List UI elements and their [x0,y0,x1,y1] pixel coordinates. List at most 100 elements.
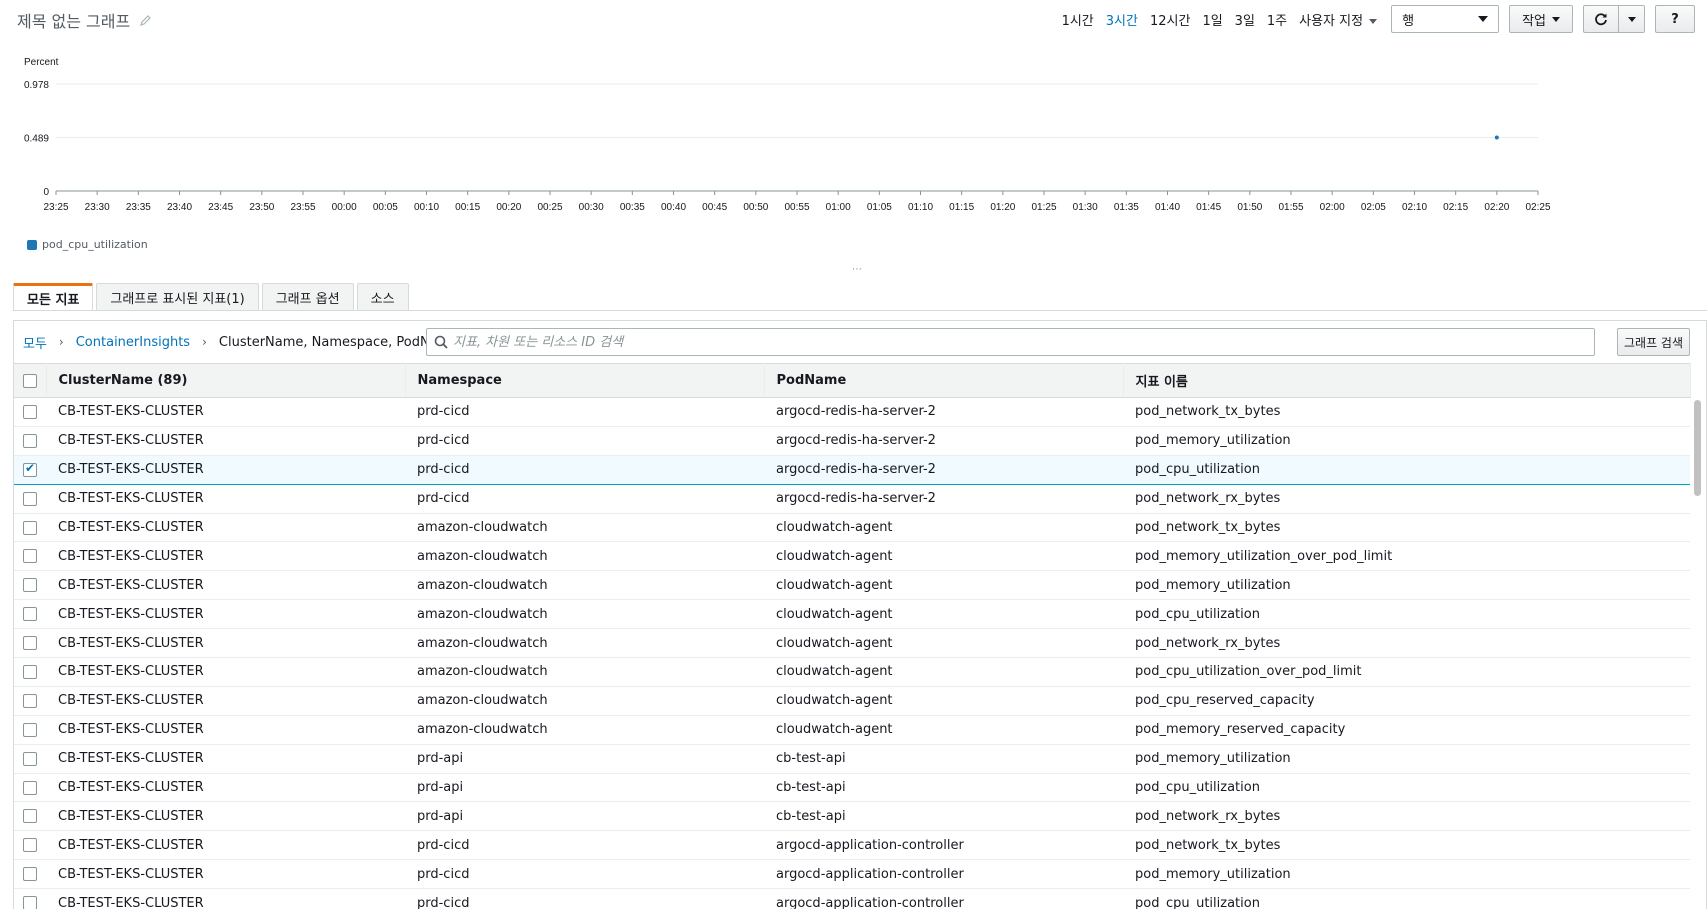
table-row[interactable]: CB-TEST-EKS-CLUSTER amazon-cloudwatch clou… [14,600,1690,629]
cell-namespace: prd-api [417,751,464,767]
select-all-checkbox[interactable] [23,373,37,388]
cell-namespace: amazon-cloudwatch [417,664,548,680]
table-scrollbar[interactable] [1692,398,1702,909]
help-button[interactable]: ? [1655,5,1695,33]
cell-metric-name: pod_network_tx_bytes [1135,837,1281,853]
row-checkbox[interactable] [23,433,37,448]
refresh-interval-dropdown[interactable] [1619,5,1645,33]
table-row[interactable]: CB-TEST-EKS-CLUSTER prd-cicd argocd-redis-… [14,398,1690,427]
row-checkbox[interactable] [23,751,37,766]
table-row[interactable]: CB-TEST-EKS-CLUSTER prd-cicd argocd-applic… [14,889,1690,909]
column-header-podname[interactable]: PodName [764,363,1124,398]
scrollbar-thumb[interactable] [1694,400,1701,496]
chevron-down-icon [1627,16,1636,22]
time-range-option[interactable]: 3일 [1235,10,1255,29]
cell-metric-name: pod_memory_utilization [1135,866,1291,882]
row-checkbox[interactable] [23,491,37,506]
column-header-namespace[interactable]: Namespace [405,363,765,398]
row-checkbox[interactable] [23,636,37,651]
row-checkbox[interactable] [23,838,37,853]
cell-podname: argocd-application-controller [776,837,964,853]
custom-range-dropdown[interactable]: 사용자 지정 [1299,10,1377,29]
tab-0[interactable]: 모든 지표 [13,283,94,310]
row-select-cell [14,600,46,629]
row-checkbox[interactable] [23,896,37,909]
column-header-clustername[interactable]: ClusterName (89) [46,363,406,398]
cell-podname: argocd-application-controller [776,895,964,909]
cell-clustername: CB-TEST-EKS-CLUSTER [58,635,204,651]
x-tick-label: 01:15 [949,202,974,213]
table-row[interactable]: CB-TEST-EKS-CLUSTER amazon-cloudwatch clou… [14,513,1690,542]
table-row[interactable]: CB-TEST-EKS-CLUSTER amazon-cloudwatch clou… [14,629,1690,658]
cell-podname: cloudwatch-agent [776,520,893,535]
row-checkbox[interactable] [23,578,37,593]
tab-3[interactable]: 소스 [356,283,409,310]
x-tick-label: 00:55 [784,202,809,213]
actions-button[interactable]: 작업 [1509,5,1573,33]
row-checkbox[interactable] [23,693,37,708]
table-header: ClusterName (89) Namespace PodName 지표 이름 [14,363,1691,398]
time-range-option[interactable]: 3시간 [1106,10,1138,29]
table-row[interactable]: CB-TEST-EKS-CLUSTER prd-api cb-test-api pod… [14,773,1690,802]
breadcrumb-namespace[interactable]: ContainerInsights [76,335,190,350]
row-checkbox[interactable] [23,549,37,564]
graph-search-button[interactable]: 그래프 검색 [1617,328,1690,356]
view-type-value: 행 [1402,13,1415,29]
row-checkbox[interactable] [23,809,37,824]
row-checkbox[interactable] [23,664,37,679]
tab-divider [13,310,1707,311]
cell-namespace: prd-cicd [417,433,470,449]
cell-namespace: prd-cicd [417,462,470,478]
row-checkbox[interactable] [23,607,37,622]
y-tick-label: 0 [43,187,49,198]
row-select-cell [14,571,46,600]
table-row[interactable]: CB-TEST-EKS-CLUSTER amazon-cloudwatch clou… [14,686,1690,716]
pencil-icon[interactable] [140,14,152,26]
table-row[interactable]: CB-TEST-EKS-CLUSTER prd-api cb-test-api pod… [14,744,1690,774]
row-select-cell [14,426,46,455]
table-row[interactable]: CB-TEST-EKS-CLUSTER amazon-cloudwatch clou… [14,571,1690,600]
cell-podname: cloudwatch-agent [776,548,893,564]
x-tick-label: 23:50 [249,202,274,213]
cell-clustername: CB-TEST-EKS-CLUSTER [58,606,204,622]
row-checkbox[interactable] [23,461,37,477]
time-range-option[interactable]: 1주 [1267,10,1287,29]
row-checkbox[interactable] [23,780,37,795]
metrics-table: ClusterName (89) Namespace PodName 지표 이름… [14,363,1691,909]
metric-search-input[interactable] [453,334,1594,350]
table-row[interactable]: CB-TEST-EKS-CLUSTER amazon-cloudwatch clou… [14,542,1690,571]
time-range-option[interactable]: 12시간 [1150,10,1190,29]
table-row[interactable]: CB-TEST-EKS-CLUSTER prd-cicd argocd-redis-… [14,426,1690,456]
cell-metric-name: pod_memory_utilization [1135,577,1291,593]
chart-legend[interactable]: pod_cpu_utilization [27,238,148,251]
row-checkbox[interactable] [23,520,37,535]
column-header-metric-name[interactable]: 지표 이름 [1123,363,1691,398]
resize-handle[interactable]: ⋯ [852,264,863,275]
view-type-select[interactable]: 행 [1391,5,1500,33]
graph-search-label: 그래프 검색 [1623,335,1683,350]
tab-1[interactable]: 그래프로 표시된 지표(1) [96,283,259,310]
row-checkbox[interactable] [23,722,37,737]
row-checkbox[interactable] [23,867,37,882]
table-row[interactable]: CB-TEST-EKS-CLUSTER amazon-cloudwatch clou… [14,658,1690,687]
search-icon [434,335,448,349]
time-range-option[interactable]: 1일 [1202,10,1222,29]
time-range-option[interactable]: 1시간 [1062,10,1094,29]
table-row[interactable]: CB-TEST-EKS-CLUSTER prd-cicd argocd-redis-… [14,455,1690,485]
cell-clustername: CB-TEST-EKS-CLUSTER [58,780,204,796]
tab-2[interactable]: 그래프 옵션 [261,283,354,310]
refresh-button[interactable] [1583,5,1619,33]
cell-namespace: amazon-cloudwatch [417,548,548,564]
breadcrumb-all[interactable]: 모두 [23,333,47,352]
cell-podname: argocd-application-controller [776,866,964,882]
cell-podname: argocd-redis-ha-server-2 [776,491,936,507]
cell-namespace: amazon-cloudwatch [417,635,548,651]
table-row[interactable]: CB-TEST-EKS-CLUSTER prd-cicd argocd-applic… [14,831,1690,860]
table-row[interactable]: CB-TEST-EKS-CLUSTER prd-cicd argocd-applic… [14,860,1690,889]
row-checkbox[interactable] [23,404,37,419]
table-row[interactable]: CB-TEST-EKS-CLUSTER prd-api cb-test-api pod… [14,802,1690,831]
cell-podname: cb-test-api [776,808,846,824]
table-row[interactable]: CB-TEST-EKS-CLUSTER amazon-cloudwatch clou… [14,715,1690,745]
table-row[interactable]: CB-TEST-EKS-CLUSTER prd-cicd argocd-redis-… [14,484,1690,514]
x-tick-label: 23:35 [126,202,151,213]
